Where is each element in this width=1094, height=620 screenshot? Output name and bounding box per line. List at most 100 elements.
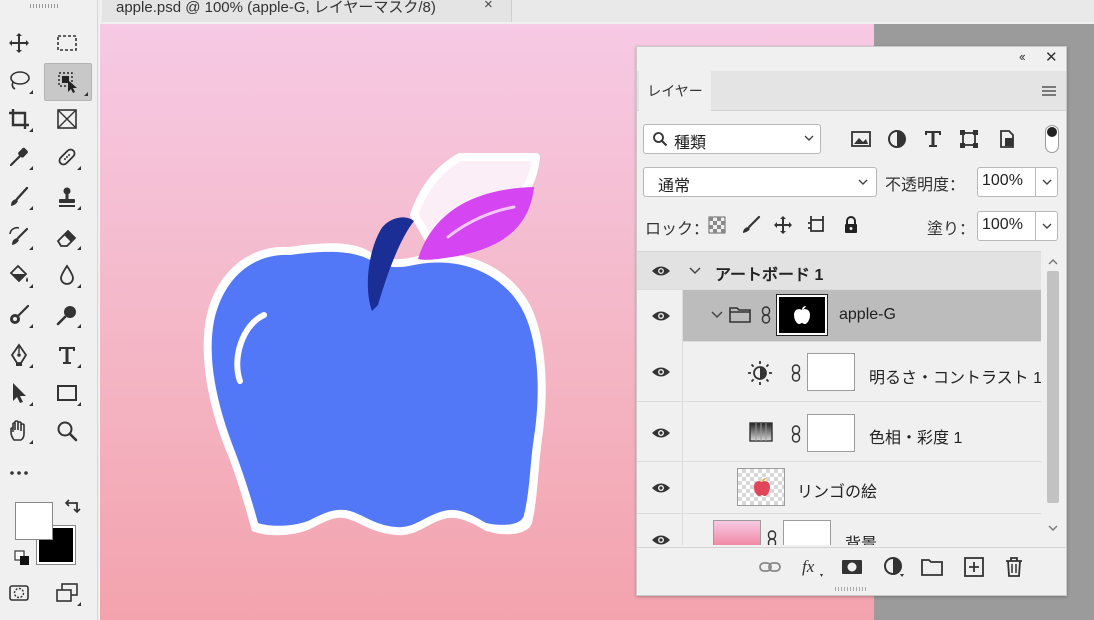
link-icon[interactable]: [791, 425, 801, 443]
scroll-thumb[interactable]: [1047, 271, 1059, 503]
eye-icon[interactable]: [651, 533, 671, 545]
layer-row-artboard[interactable]: アートボード 1: [637, 252, 1041, 290]
lock-artboard-icon[interactable]: [807, 215, 827, 235]
hand-tool[interactable]: [2, 414, 36, 448]
panel-resize-grip[interactable]: [835, 587, 867, 591]
layer-row-hue-saturation[interactable]: 色相・彩度 1: [637, 402, 1041, 462]
close-icon[interactable]: ×: [484, 0, 493, 13]
filter-kind-select[interactable]: 種類: [643, 124, 821, 154]
layers-panel: ‹‹ ✕ レイヤー 種類 通常 不透明度： 100% ロック： 塗り： 100%…: [636, 46, 1067, 596]
spot-healing-tool[interactable]: [50, 140, 84, 174]
lock-pixels-icon[interactable]: [741, 215, 761, 235]
object-selection-icon: [58, 72, 77, 93]
visibility-column: [637, 514, 683, 545]
pixel-filter-icon[interactable]: [851, 129, 871, 149]
link-icon[interactable]: [791, 364, 801, 382]
visibility-column: [637, 290, 683, 342]
layer-mask-thumbnail[interactable]: [776, 294, 828, 336]
pen-tool[interactable]: [2, 338, 36, 372]
document-tab[interactable]: apple.psd @ 100% (apple-G, レイヤーマスク/8) ×: [102, 0, 512, 22]
layer-row-background[interactable]: 背景: [637, 514, 1041, 545]
new-layer-button[interactable]: [963, 556, 985, 578]
zoom-icon: [57, 421, 78, 442]
more-tools[interactable]: [2, 454, 36, 488]
lasso-tool[interactable]: [2, 64, 36, 98]
layer-mask-thumbnail[interactable]: [783, 520, 831, 545]
close-panel-button[interactable]: ✕: [1045, 48, 1058, 66]
quick-mask-button[interactable]: [2, 576, 36, 610]
new-group-button[interactable]: [921, 556, 943, 578]
new-adjustment-layer-button[interactable]: [883, 556, 905, 578]
lock-transparency-icon[interactable]: [707, 215, 727, 235]
panel-header[interactable]: ‹‹ ✕: [637, 47, 1066, 71]
layer-row-brightness-contrast[interactable]: 明るさ・コントラスト 1: [637, 342, 1041, 402]
document-tab-title: apple.psd @ 100% (apple-G, レイヤーマスク/8): [116, 0, 436, 16]
delete-layer-button[interactable]: [1003, 556, 1025, 578]
apple-icon: [754, 478, 770, 496]
frame-tool[interactable]: [50, 102, 84, 136]
brush-tool[interactable]: [2, 180, 36, 214]
layer-list-scrollbar[interactable]: [1042, 251, 1064, 545]
link-icon[interactable]: [767, 530, 777, 545]
eye-icon[interactable]: [651, 426, 671, 440]
default-colors-icon[interactable]: [14, 550, 30, 566]
opacity-dropdown[interactable]: [1035, 168, 1057, 196]
link-layers-button[interactable]: [759, 556, 781, 578]
path-selection-tool[interactable]: [2, 376, 36, 410]
blend-mode-select[interactable]: 通常: [643, 167, 877, 197]
layer-style-button[interactable]: fx: [801, 556, 823, 578]
lock-position-icon[interactable]: [773, 215, 793, 235]
eye-icon[interactable]: [651, 309, 671, 323]
chevron-down-icon[interactable]: [711, 310, 723, 320]
tab-layers[interactable]: レイヤー: [639, 71, 711, 111]
rectangle-tool[interactable]: [50, 376, 84, 410]
fill-dropdown[interactable]: [1035, 212, 1057, 240]
layer-mask-thumbnail[interactable]: [807, 414, 855, 452]
zoom-tool[interactable]: [50, 414, 84, 448]
chevron-down-icon[interactable]: [689, 266, 701, 276]
link-icon[interactable]: [761, 306, 771, 324]
paint-bucket-tool[interactable]: [2, 258, 36, 292]
object-selection-tool[interactable]: [44, 63, 92, 101]
layer-thumbnail[interactable]: [713, 520, 761, 545]
toolbar-grip[interactable]: [30, 4, 58, 8]
swap-colors-icon[interactable]: [64, 498, 82, 516]
filter-kind-label: 種類: [674, 135, 707, 152]
type-tool[interactable]: [50, 338, 84, 372]
layer-mask-thumbnail[interactable]: [807, 353, 855, 391]
move-tool[interactable]: [2, 26, 36, 60]
opacity-field[interactable]: 100%: [977, 167, 1058, 197]
layer-row-apple-drawing[interactable]: リンゴの絵: [637, 462, 1041, 514]
foreground-color-swatch[interactable]: [15, 502, 53, 540]
layer-row-apple-g[interactable]: apple-G: [637, 290, 1041, 342]
burn-tool[interactable]: [50, 298, 84, 332]
dodge-tool[interactable]: [2, 298, 36, 332]
clone-stamp-tool[interactable]: [50, 180, 84, 214]
add-mask-button[interactable]: [841, 556, 863, 578]
layer-list: アートボード 1 apple-G 明るさ・コントラスト 1 色相・彩度 1 リン…: [637, 251, 1041, 545]
eraser-tool[interactable]: [50, 220, 84, 254]
eye-icon[interactable]: [651, 264, 671, 278]
shape-filter-icon[interactable]: [959, 129, 979, 149]
dodge-icon: [10, 304, 30, 324]
chevron-down-icon[interactable]: [1047, 523, 1059, 533]
rectangular-marquee-tool[interactable]: [50, 26, 84, 60]
smart-object-filter-icon[interactable]: [997, 129, 1017, 149]
adjustment-filter-icon[interactable]: [887, 129, 907, 149]
history-brush-tool[interactable]: [2, 220, 36, 254]
eye-icon[interactable]: [651, 481, 671, 495]
chevron-up-icon[interactable]: [1047, 257, 1059, 267]
lock-all-icon[interactable]: [841, 215, 861, 235]
panel-menu-icon[interactable]: [1041, 85, 1057, 97]
crop-tool[interactable]: [2, 102, 36, 136]
fill-field[interactable]: 100%: [977, 211, 1058, 241]
brightness-icon: [748, 361, 772, 385]
screen-mode-button[interactable]: [50, 576, 84, 610]
filter-toggle[interactable]: [1045, 125, 1059, 153]
layer-thumbnail[interactable]: [737, 468, 785, 506]
eyedropper-tool[interactable]: [2, 140, 36, 174]
blur-tool[interactable]: [50, 258, 84, 292]
eye-icon[interactable]: [651, 365, 671, 379]
collapse-panel-button[interactable]: ‹‹: [1019, 49, 1026, 64]
type-filter-icon[interactable]: [923, 129, 943, 149]
